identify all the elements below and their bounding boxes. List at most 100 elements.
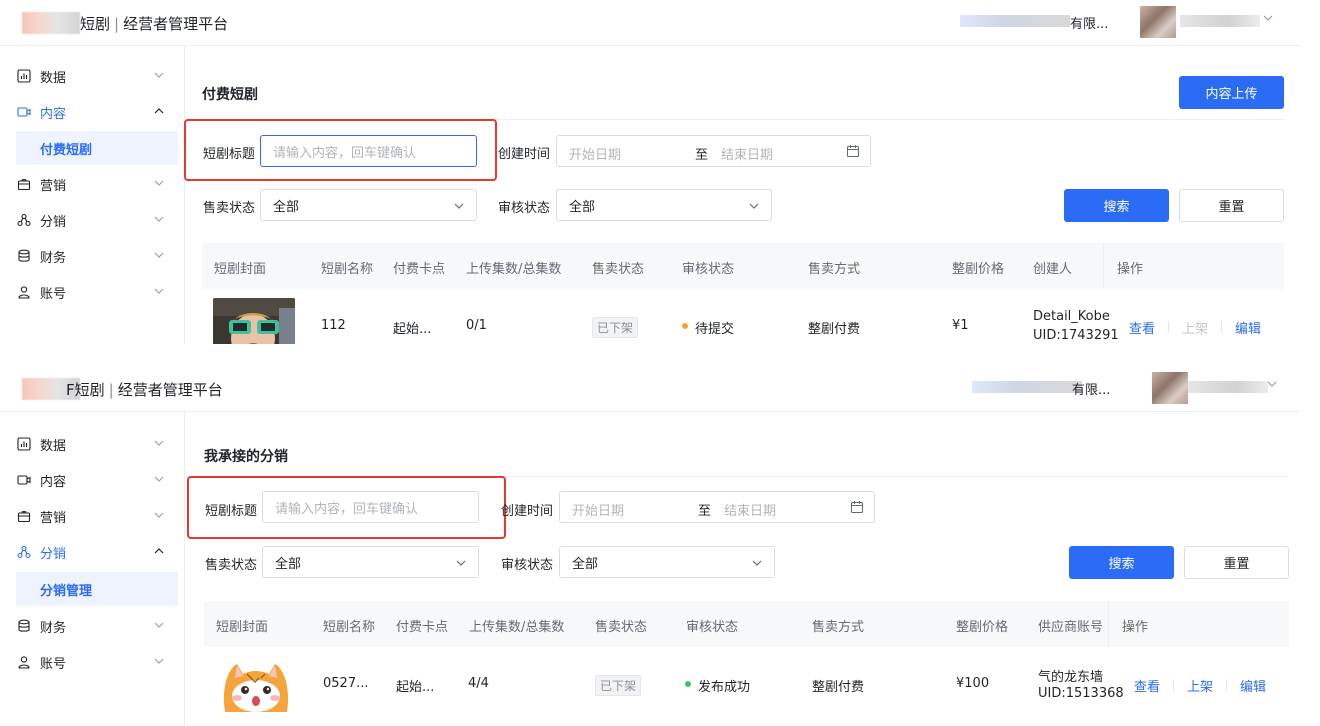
column-header: 上传集数/总集数 <box>466 262 562 277</box>
column-header: 短剧名称 <box>323 620 376 635</box>
avatar[interactable] <box>1152 372 1188 404</box>
sidebar-item-account[interactable]: 账号 <box>16 645 178 679</box>
page-title: 付费短剧 <box>202 87 258 103</box>
table-header: 短剧封面 短剧名称 付费卡点 上传集数/总集数 售卖状态 审核状态 售卖方式 整… <box>204 601 1289 647</box>
sidebar-item-finance[interactable]: 财务 <box>16 239 178 273</box>
sidebar-item-account[interactable]: 账号 <box>16 275 178 309</box>
status-dot <box>682 323 688 329</box>
table-header: 短剧封面 短剧名称 付费卡点 上传集数/总集数 售卖状态 审核状态 售卖方式 整… <box>202 243 1284 289</box>
search-button[interactable]: 搜索 <box>1064 189 1169 222</box>
create-time-range-picker[interactable]: 开始日期 至 结束日期 <box>559 491 875 523</box>
edit-link[interactable]: 编辑 <box>1240 676 1266 695</box>
column-header: 上传集数/总集数 <box>469 620 565 635</box>
supplier-uid: UID:1513368 <box>1038 686 1124 701</box>
sidebar-item-finance[interactable]: 财务 <box>16 609 178 643</box>
sidebar-item-distribution[interactable]: 分销 <box>16 203 178 237</box>
calendar-icon <box>846 144 860 158</box>
sidebar-subitem-distribution-management[interactable]: 分销管理 <box>16 572 178 606</box>
column-header: 短剧名称 <box>321 262 374 277</box>
user-name-blurred <box>1180 15 1260 27</box>
divider <box>1168 321 1169 333</box>
column-header: 整剧价格 <box>956 620 1009 635</box>
column-header: 短剧封面 <box>214 262 267 277</box>
sidebar-subitem-label: 分销管理 <box>40 583 93 599</box>
sale-mode: 整剧付费 <box>808 322 861 337</box>
brand-name: 短剧 <box>80 15 111 33</box>
sidebar-item-distribution[interactable]: 分销 <box>16 535 178 569</box>
gift-icon <box>16 176 32 192</box>
view-link[interactable]: 查看 <box>1129 318 1155 337</box>
divider <box>1221 321 1222 333</box>
sidebar-subitem-label: 付费短剧 <box>40 142 93 158</box>
bar-chart-icon <box>16 436 32 452</box>
drama-cover-image[interactable] <box>213 298 295 344</box>
chevron-down-icon <box>152 248 166 262</box>
sidebar-item-marketing[interactable]: 营销 <box>16 167 178 201</box>
audit-status-select[interactable]: 全部 <box>559 546 775 578</box>
chevron-down-icon <box>152 618 166 632</box>
audit-status: 发布成功 <box>698 680 751 695</box>
sidebar-item-data[interactable]: 数据 <box>16 59 178 93</box>
sidebar-item-data[interactable]: 数据 <box>16 427 178 461</box>
company-name[interactable]: 有限... <box>1070 13 1108 32</box>
chevron-down-icon[interactable] <box>1266 378 1278 393</box>
column-header: 付费卡点 <box>396 620 449 635</box>
drama-cover-image[interactable] <box>215 656 297 712</box>
chevron-down-icon <box>152 508 166 522</box>
sale-mode: 整剧付费 <box>812 680 865 695</box>
divider <box>1226 679 1227 691</box>
chevron-down-icon <box>454 556 468 570</box>
sale-status-select[interactable]: 全部 <box>260 189 477 221</box>
create-time-range-picker[interactable]: 开始日期 至 结束日期 <box>556 135 871 167</box>
sale-status-select[interactable]: 全部 <box>262 546 479 578</box>
sidebar-item-content[interactable]: 内容 <box>16 95 178 129</box>
chevron-up-icon <box>152 104 166 118</box>
sidebar-item-marketing[interactable]: 营销 <box>16 499 178 533</box>
sidebar: 数据 内容 营销 分销 分销管理 财务 账号 <box>0 412 185 726</box>
column-header: 售卖状态 <box>592 262 645 277</box>
pay-point: 起始... <box>396 680 435 695</box>
audit-status-select[interactable]: 全部 <box>556 189 772 221</box>
sidebar: 数据 内容 付费短剧 营销 分销 财务 账号 <box>0 46 185 344</box>
drama-price: ¥1 <box>952 318 969 333</box>
list-on-shelf-link: 上架 <box>1182 322 1209 337</box>
column-header: 短剧封面 <box>216 620 269 635</box>
database-icon <box>16 618 32 634</box>
creator-uid: UID:1743291 <box>1033 328 1119 343</box>
edit-link[interactable]: 编辑 <box>1235 318 1261 337</box>
bar-chart-icon <box>16 68 32 84</box>
user-icon <box>16 654 32 670</box>
audit-status: 待提交 <box>695 322 735 337</box>
screenshot-panel-paid-drama: 短剧 | 经营者管理平台 有限... 数据 内容 付费短剧 营销 分销 财务 账… <box>0 0 1320 344</box>
sidebar-item-label: 营销 <box>40 178 67 194</box>
chevron-down-icon <box>152 284 166 298</box>
list-on-shelf-link[interactable]: 上架 <box>1187 676 1213 695</box>
video-icon <box>16 104 32 120</box>
reset-button[interactable]: 重置 <box>1179 189 1284 222</box>
avatar[interactable] <box>1140 6 1176 38</box>
brand-title: 短剧 | 经营者管理平台 <box>80 15 229 33</box>
creator-name: Detail_Kobe <box>1033 309 1110 324</box>
drama-price: ¥100 <box>956 676 990 691</box>
column-header: 付费卡点 <box>393 262 446 277</box>
content-upload-button[interactable]: 内容上传 <box>1179 76 1284 109</box>
view-link[interactable]: 查看 <box>1134 676 1160 695</box>
column-header: 售卖方式 <box>808 262 861 277</box>
reset-button[interactable]: 重置 <box>1184 546 1289 579</box>
share-nodes-icon <box>16 544 32 560</box>
end-date-placeholder: 结束日期 <box>721 148 774 163</box>
company-name[interactable]: 有限... <box>1072 379 1110 398</box>
audit-status-label: 审核状态 <box>501 558 554 573</box>
sidebar-subitem-paid-drama[interactable]: 付费短剧 <box>16 131 178 165</box>
page-title: 我承接的分销 <box>204 449 288 465</box>
chevron-down-icon[interactable] <box>1262 12 1274 27</box>
start-date-placeholder: 开始日期 <box>569 148 622 163</box>
sale-status-badge: 已下架 <box>592 317 639 338</box>
sale-status-label: 售卖状态 <box>205 558 258 573</box>
search-button[interactable]: 搜索 <box>1069 546 1174 579</box>
calendar-icon <box>850 500 864 514</box>
logo-blurred <box>22 12 80 34</box>
sidebar-item-content[interactable]: 内容 <box>16 463 178 497</box>
column-header: 审核状态 <box>686 620 739 635</box>
episode-count: 0/1 <box>466 318 487 333</box>
